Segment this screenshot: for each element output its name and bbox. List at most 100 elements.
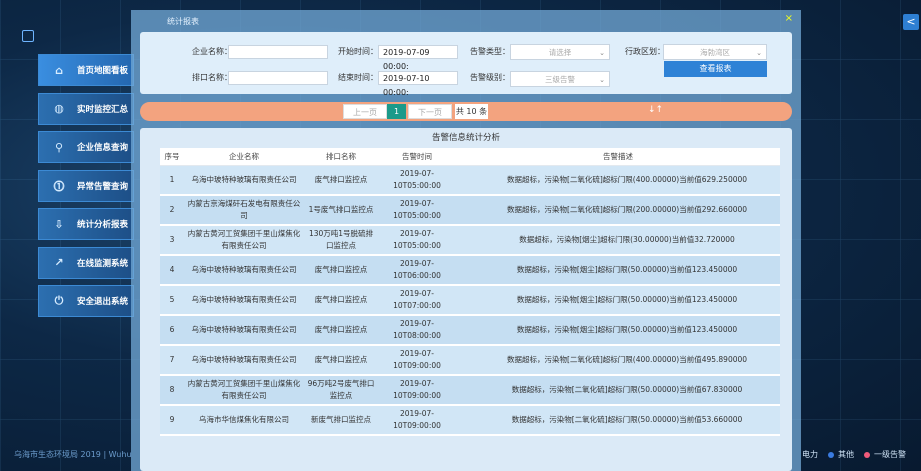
company-name-cell: 内蒙古京海煤矸石发电有限责任公司 — [184, 195, 304, 226]
region-label: 行政区划： — [625, 47, 665, 56]
alarm-level-value: 三级告警 — [545, 75, 575, 84]
alarm-level-label: 告警级别： — [470, 73, 510, 82]
page-number-button[interactable]: 1 — [387, 104, 406, 119]
close-icon[interactable]: × — [785, 13, 793, 24]
company-name-input[interactable] — [228, 45, 328, 59]
start-time-label: 开始时间： — [338, 47, 378, 56]
table-row[interactable]: 2 内蒙古京海煤矸石发电有限责任公司 1号废气排口监控点 2019-07-10T05:… — [160, 195, 780, 226]
collapse-panel-button[interactable]: < — [903, 14, 919, 30]
alarm-time-cell: 2019-07-10T08:00:00 — [378, 315, 456, 346]
sidebar-item-label: 首页地图看板 — [77, 66, 129, 76]
outlet-name-cell: 废气排口监控点 — [304, 165, 378, 196]
table-row[interactable]: 9 乌海市华信煤焦化有限公司 新废气排口监控点 2019-07-10T09:00:00… — [160, 405, 780, 436]
region-value: 海勃湾区 — [700, 48, 730, 57]
row-index: 3 — [160, 225, 184, 256]
alarm-description-cell: 数据超标，污染物[二氧化硫]超标门限(200.00000)当前值292.6600… — [456, 195, 780, 226]
table-row[interactable]: 4 乌海中玻特种玻璃有限责任公司 废气排口监控点 2019-07-10T06:00:0… — [160, 255, 780, 286]
start-time-input[interactable]: 2019-07-09 00:00: — [378, 45, 458, 71]
outlet-name-label: 排口名称： — [192, 73, 232, 82]
table-row[interactable]: 6 乌海中玻特种玻璃有限责任公司 废气排口监控点 2019-07-10T08:00:0… — [160, 315, 780, 346]
chevron-down-icon: ⌄ — [599, 76, 605, 84]
alarm-level-select[interactable]: 三级告警 ⌄ — [510, 71, 610, 87]
alarm-description-cell: 数据超标，污染物[二氧化硫]超标门限(50.00000)当前值67.830000 — [456, 375, 780, 406]
alarm-time-cell: 2019-07-10T09:00:00 — [378, 405, 456, 436]
table-body: 1 乌海中玻特种玻璃有限责任公司 废气排口监控点 2019-07-10T05:00:0… — [160, 165, 780, 436]
app-logo-icon — [22, 30, 34, 42]
company-name-label: 企业名称： — [192, 47, 232, 56]
alert-icon: ⓵ — [53, 179, 65, 193]
table-row[interactable]: 5 乌海中玻特种玻璃有限责任公司 废气排口监控点 2019-07-10T07:00:0… — [160, 285, 780, 316]
column-header[interactable]: 序号 — [160, 148, 184, 166]
row-index: 8 — [160, 375, 184, 406]
region-select[interactable]: 海勃湾区 ⌄ — [663, 44, 767, 60]
alarm-description-cell: 数据超标，污染物[烟尘]超标门限(30.00000)当前值32.720000 — [456, 225, 780, 256]
column-header[interactable]: 告警描述 — [456, 148, 780, 166]
row-index: 7 — [160, 345, 184, 376]
column-header[interactable]: 告警时间 — [378, 148, 456, 166]
outlet-name-cell: 废气排口监控点 — [304, 285, 378, 316]
download-icon: ⇩ — [54, 217, 64, 231]
company-name-cell: 乌海市华信煤焦化有限公司 — [184, 405, 304, 436]
end-time-label: 结束时间： — [338, 73, 378, 82]
sidebar-item-logout[interactable]: ⏻ 安全退出系统 — [38, 285, 134, 317]
sidebar-item-map-dashboard[interactable]: ⌂ 首页地图看板 — [38, 54, 134, 86]
row-index: 2 — [160, 195, 184, 226]
sidebar-item-label: 实时监控汇总 — [77, 104, 129, 115]
column-header[interactable]: 排口名称 — [304, 148, 378, 166]
outlet-name-input[interactable] — [228, 71, 328, 85]
row-index: 6 — [160, 315, 184, 346]
outlet-name-cell: 新废气排口监控点 — [304, 405, 378, 436]
sidebar-item-company-query[interactable]: ⚲ 企业信息查询 — [38, 131, 134, 163]
alarm-table-panel: 告警信息统计分析 序号 企业名称 排口名称 告警时间 告警描述 1 乌海中玻特种玻… — [140, 128, 792, 471]
company-name-cell: 乌海中玻特种玻璃有限责任公司 — [184, 315, 304, 346]
outlet-name-cell: 1号废气排口监控点 — [304, 195, 378, 226]
home-icon: ⌂ — [55, 63, 63, 77]
company-name-cell: 内蒙古黄河工贸集团千里山煤焦化有限责任公司 — [184, 375, 304, 406]
alarm-description-cell: 数据超标，污染物[烟尘]超标门限(50.00000)当前值123.450000 — [456, 285, 780, 316]
end-time-input[interactable]: 2019-07-10 00:00: — [378, 71, 458, 97]
globe-icon: ◍ — [54, 102, 64, 115]
chevron-down-icon: ⌄ — [599, 49, 605, 57]
next-page-button[interactable]: 下一页 — [408, 104, 452, 119]
company-name-cell: 乌海中玻特种玻璃有限责任公司 — [184, 345, 304, 376]
pagination-bar: 上一页 1 下一页 共 10 条 ↓↑ — [140, 102, 792, 121]
sidebar-item-realtime-monitor[interactable]: ◍ 实时监控汇总 — [38, 92, 134, 125]
alarm-description-cell: 数据超标，污染物[二氧化硫]超标门限(400.00000)当前值495.8900… — [456, 345, 780, 376]
chart-icon: ↗ — [54, 256, 64, 269]
alarm-type-value: 请选择 — [548, 48, 572, 57]
sidebar-item-label: 异常告警查询 — [77, 181, 129, 192]
outlet-name-cell: 废气排口监控点 — [304, 345, 378, 376]
alarm-type-label: 告警类型： — [470, 47, 510, 56]
alarm-time-cell: 2019-07-10T09:00:00 — [378, 375, 456, 406]
alarm-description-cell: 数据超标，污染物[二氧化硫]超标门限(50.00000)当前值53.660000 — [456, 405, 780, 436]
alarm-time-cell: 2019-07-10T05:00:00 — [378, 225, 456, 256]
alarm-description-cell: 数据超标，污染物[二氧化硫]超标门限(400.00000)当前值629.2500… — [456, 165, 780, 196]
report-modal: 统计报表 × 企业名称： 排口名称： 开始时间： 2019-07-09 00:0… — [131, 10, 801, 471]
prev-page-button[interactable]: 上一页 — [343, 104, 387, 119]
legend-dot-alarm-icon — [864, 451, 870, 458]
sidebar-item-online-monitoring[interactable]: ↗ 在线监测系统 — [38, 246, 134, 279]
map-legend: 电力 其他 一级告警 — [802, 449, 906, 460]
legend-label-other: 其他 — [838, 450, 854, 459]
sidebar-item-alarm-query[interactable]: ⓵ 异常告警查询 — [38, 169, 134, 202]
table-header-row: 序号 企业名称 排口名称 告警时间 告警描述 — [160, 148, 780, 166]
alarm-description-cell: 数据超标，污染物[烟尘]超标门限(50.00000)当前值123.450000 — [456, 315, 780, 346]
total-count: 共 10 条 — [455, 104, 488, 119]
company-name-cell: 乌海中玻特种玻璃有限责任公司 — [184, 255, 304, 286]
footer-copyright: 乌海市生态环境局 2019 | Wuhu — [14, 450, 132, 459]
search-icon: ⚲ — [54, 140, 64, 154]
table-row[interactable]: 3 内蒙古黄河工贸集团千里山煤焦化有限责任公司 130万吨1号脱硫排口监控点 2019… — [160, 225, 780, 256]
sidebar-item-statistics-report[interactable]: ⇩ 统计分析报表 — [38, 208, 134, 240]
column-header[interactable]: 企业名称 — [184, 148, 304, 166]
row-index: 9 — [160, 405, 184, 436]
power-icon: ⏻ — [54, 294, 64, 307]
table-row[interactable]: 1 乌海中玻特种玻璃有限责任公司 废气排口监控点 2019-07-10T05:00:0… — [160, 165, 780, 196]
sidebar-item-label: 统计分析报表 — [77, 220, 129, 230]
legend-label-level1-alarm: 一级告警 — [874, 450, 906, 459]
table-row[interactable]: 8 内蒙古黄河工贸集团千里山煤焦化有限责任公司 96万吨2号废气排口监控点 2019-… — [160, 375, 780, 406]
alarm-type-select[interactable]: 请选择 ⌄ — [510, 44, 610, 60]
table-row[interactable]: 7 乌海中玻特种玻璃有限责任公司 废气排口监控点 2019-07-10T09:00:0… — [160, 345, 780, 376]
alarm-table: 序号 企业名称 排口名称 告警时间 告警描述 1 乌海中玻特种玻璃有限责任公司 废气… — [160, 148, 780, 436]
sort-icon[interactable]: ↓↑ — [648, 105, 663, 115]
view-report-button[interactable]: 查看报表 — [664, 61, 767, 77]
